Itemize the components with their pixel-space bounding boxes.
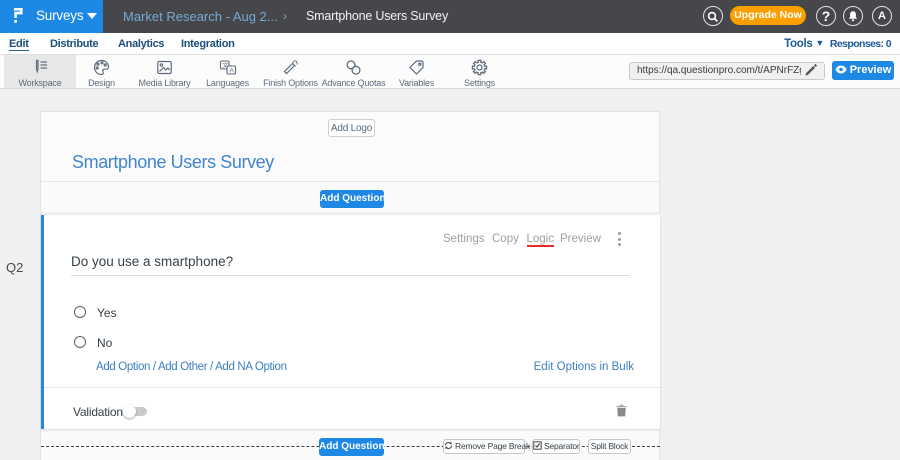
svg-text:A: A: [229, 67, 234, 74]
svg-text:文: 文: [222, 61, 228, 69]
